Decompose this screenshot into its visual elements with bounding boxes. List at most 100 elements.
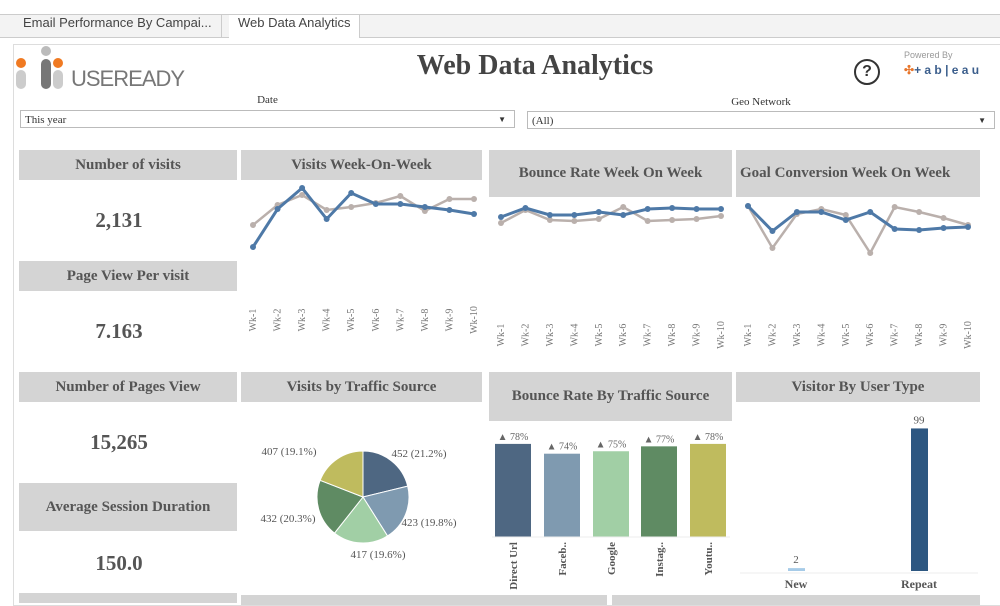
x-tick-label: Wk-1 [496,324,507,347]
data-point [693,216,700,222]
data-point [595,209,602,215]
data-point [323,216,330,222]
data-point [498,220,504,226]
bar [593,451,629,537]
bar [911,428,928,571]
charts-layer: Wk-1 Wk-2 Wk-3 Wk-4 Wk-5 Wk-6 Wk-7 Wk-8 Wk-9 Wk-1… [248,185,978,591]
data-point [965,224,971,230]
data-point [471,196,477,202]
data-point [867,250,874,256]
x-tick-label: Wk-6 [371,309,382,332]
data-point [940,215,947,221]
bar-label: ▲ 78% [693,432,724,443]
line-series [746,204,969,234]
x-tick-label: Youtu.. [703,542,715,576]
data-point [718,206,724,212]
data-point [620,204,627,210]
data-point [250,244,256,250]
pie-label: 423 (19.8%) [402,517,457,529]
x-tick-label: Wk-7 [890,324,901,347]
data-point [644,206,651,212]
data-point [867,209,874,215]
data-point [397,201,404,207]
x-tick-label: Wk-9 [939,324,950,347]
x-tick-label: Wk-9 [692,324,703,347]
line-series [251,185,475,248]
data-point [693,206,700,212]
x-tick-label: Wk-3 [792,324,803,347]
data-point [397,193,404,199]
data-point [274,206,281,212]
data-point [571,218,578,224]
data-point [595,216,602,222]
data-point [793,209,800,215]
x-tick-label: Wk-8 [914,324,925,347]
x-tick-label: Instag.. [654,542,666,577]
bar-label: ▲ 77% [644,434,675,445]
x-tick-label: Wk-3 [297,309,308,332]
x-tick-label: Wk-7 [395,309,406,332]
data-point [818,209,825,215]
data-point [348,190,355,196]
data-point [769,245,776,251]
data-point [546,212,553,218]
bar-label: ▲ 74% [547,442,578,453]
x-tick-label: Wk-7 [643,324,654,347]
x-tick-label: Wk-2 [273,309,284,332]
x-tick-label: Wk-9 [444,309,455,332]
data-point [745,203,751,209]
bar-label: ▲ 78% [498,432,529,443]
bar [788,568,805,571]
x-tick-label: Wk-1 [743,324,754,347]
bar [495,443,531,537]
x-tick-label: Wk-6 [865,324,876,347]
x-tick-label: Wk-10 [963,321,974,349]
data-point [471,211,477,217]
x-tick-label: Faceb.. [557,542,569,576]
bar [690,443,726,537]
x-tick-label: Wk-4 [569,324,580,347]
x-tick-label: Wk-2 [520,324,531,347]
x-tick-label: Wk-2 [767,324,778,347]
x-tick-label: Wk-3 [545,324,556,347]
data-point [446,196,453,202]
x-tick-label: New [785,577,808,591]
data-point [498,214,504,220]
data-point [299,185,306,191]
bar-label: ▲ 75% [596,439,627,450]
data-point [669,217,676,223]
x-tick-label: Wk-10 [716,321,727,349]
data-point [372,201,379,207]
x-tick-label: Wk-6 [618,324,629,347]
data-point [620,212,627,218]
data-point [769,228,776,234]
data-point [323,207,330,213]
x-tick-label: Wk-5 [841,324,852,347]
data-point [571,212,578,218]
bar-label: 99 [914,414,926,426]
pie-label: 407 (19.1%) [262,446,317,458]
data-point [718,213,724,219]
data-point [644,218,651,224]
bar-label: 2 [793,554,799,566]
data-point [669,205,676,211]
bar [641,446,677,537]
data-point [348,204,355,210]
bar [544,453,580,537]
x-tick-label: Google [606,542,618,575]
data-point [446,207,453,213]
x-tick-label: Wk-5 [346,309,357,332]
data-point [916,227,923,233]
x-tick-label: Direct Url [508,542,520,590]
x-tick-label: Wk-8 [420,309,431,332]
x-tick-label: Wk-4 [816,324,827,347]
data-point [842,217,849,223]
data-point [916,209,923,215]
data-point [940,225,947,231]
x-tick-label: Repeat [901,577,937,591]
data-point [250,222,256,228]
data-point [891,204,898,210]
x-tick-label: Wk-8 [667,324,678,347]
x-tick-label: Wk-1 [248,309,259,332]
data-point [891,226,898,232]
